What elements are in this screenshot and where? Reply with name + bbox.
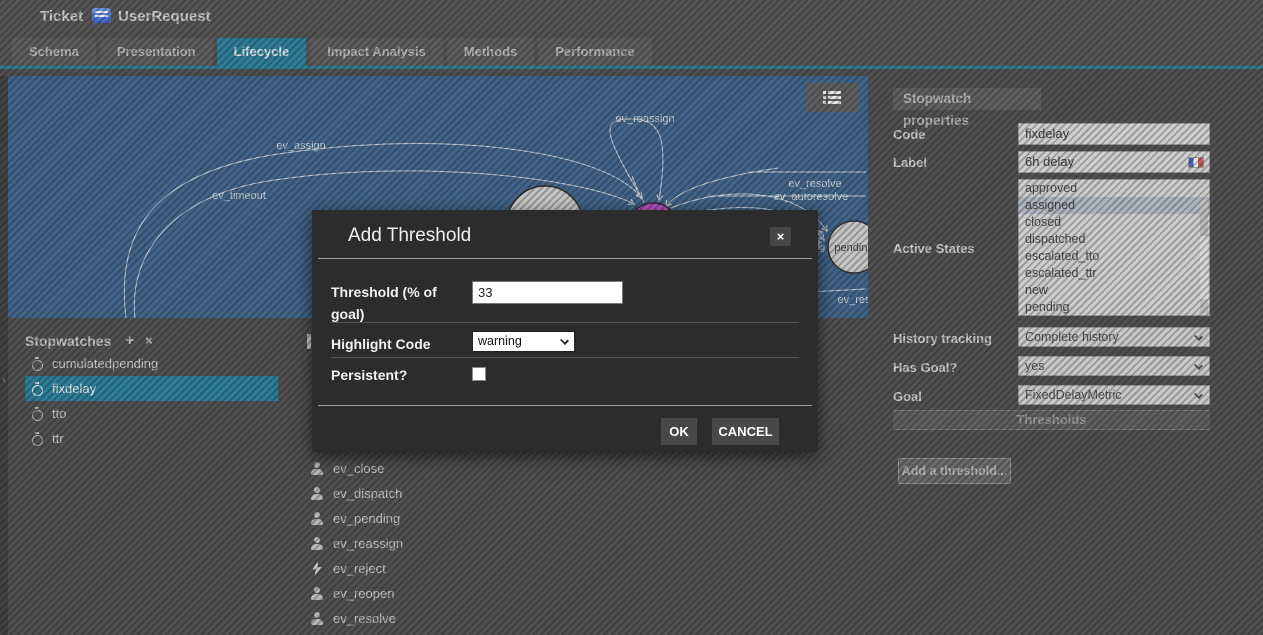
scrollbar-thumb[interactable] — [1200, 236, 1208, 299]
properties-panel-title: Stopwatch properties — [893, 88, 1041, 110]
tab-presentation[interactable]: Presentation — [100, 38, 213, 66]
user-icon — [310, 537, 324, 551]
add-threshold-dialog: Add Threshold × Threshold (% of goal) Hi… — [312, 210, 818, 452]
field-divider — [331, 357, 799, 358]
event-item[interactable]: ev_reassign — [306, 531, 566, 556]
object-name-label: UserRequest — [118, 0, 211, 33]
list-icon — [823, 91, 841, 105]
locale-flag-icon[interactable] — [1188, 157, 1204, 168]
edge-label-timeout: ev_timeout — [212, 190, 266, 202]
active-states-label: Active States — [893, 241, 975, 256]
stopwatches-list: cumulatedpending fixdelay tto ttr — [25, 351, 278, 451]
chevron-down-icon — [1194, 390, 1203, 399]
stopwatch-properties-panel: Stopwatch properties Code fixdelay Label… — [877, 76, 1263, 635]
add-stopwatch-icon[interactable]: + — [125, 333, 134, 348]
left-splitter[interactable] — [0, 76, 8, 635]
user-icon — [310, 587, 324, 601]
edge-label-autoresolve: ev_autoresolve — [774, 191, 849, 203]
active-state-option[interactable]: pending — [1019, 299, 1209, 316]
tab-schema[interactable]: Schema — [12, 38, 96, 66]
stopwatch-icon — [30, 407, 44, 421]
stopwatches-header: Stopwatches + × — [25, 332, 153, 349]
edge-label-resolve: ev_resolve — [788, 178, 841, 190]
stopwatch-item[interactable]: cumulatedpending — [25, 351, 278, 376]
event-item[interactable]: ev_reject — [306, 556, 566, 581]
history-tracking-label: History tracking — [893, 331, 992, 346]
ok-button[interactable]: OK — [661, 418, 697, 445]
persistent-label: Persistent? — [331, 365, 456, 387]
add-threshold-button[interactable]: Add a threshold... — [898, 458, 1011, 484]
close-icon[interactable]: × — [770, 227, 791, 246]
event-item[interactable]: ev_resolve — [306, 606, 566, 631]
cancel-button[interactable]: CANCEL — [712, 418, 779, 445]
chat-bubble-icon — [92, 8, 111, 23]
tab-lifecycle[interactable]: Lifecycle — [217, 38, 307, 66]
edge-label-res-clipped: ev_res — [837, 294, 868, 306]
code-input[interactable]: fixdelay — [1018, 123, 1210, 145]
stopwatch-icon — [30, 432, 44, 446]
dialog-divider — [318, 405, 812, 406]
dialog-title: Add Threshold — [348, 225, 471, 247]
goal-select[interactable]: FixedDelayMetric — [1018, 385, 1210, 405]
stopwatch-item[interactable]: tto — [25, 401, 278, 426]
user-icon — [310, 612, 324, 626]
stopwatches-title: Stopwatches — [25, 333, 111, 349]
active-state-option[interactable]: approved — [1019, 180, 1209, 197]
threshold-label: Threshold (% of goal) — [331, 282, 456, 325]
app-window: Ticket UserRequest Schema Presentation L… — [0, 0, 1263, 635]
tab-methods[interactable]: Methods — [447, 38, 534, 66]
tab-performance[interactable]: Performance — [538, 38, 651, 66]
label-input[interactable]: 6h delay — [1018, 151, 1210, 173]
code-label: Code — [893, 127, 926, 142]
collapse-chevron-icon[interactable] — [0, 372, 8, 388]
threshold-input[interactable] — [472, 281, 623, 304]
stopwatch-item-selected[interactable]: fixdelay — [25, 376, 278, 401]
lightning-icon — [310, 562, 324, 576]
active-tab-rule — [0, 66, 1263, 69]
stopwatch-item[interactable]: ttr — [25, 426, 278, 451]
edge-label-reassign: ev_reassign — [615, 113, 674, 125]
tab-bar: Schema Presentation Lifecycle Impact Ana… — [0, 33, 1263, 66]
node-label-pending: pending — [834, 242, 868, 254]
chevron-down-icon — [1194, 332, 1203, 341]
chevron-down-icon — [1194, 361, 1203, 370]
clipped-panel-text — [307, 334, 311, 349]
event-item[interactable]: ev_reopen — [306, 581, 566, 606]
event-item[interactable]: ev_dispatch — [306, 481, 566, 506]
user-icon — [310, 462, 324, 476]
label-label: Label — [893, 155, 927, 170]
title-bar: Ticket UserRequest — [0, 0, 1263, 33]
event-item[interactable]: ev_pending — [306, 506, 566, 531]
active-state-option[interactable]: escalated_tto — [1019, 248, 1209, 265]
events-list: ev_close ev_dispatch ev_pending ev_reass… — [306, 456, 566, 631]
thresholds-section-header[interactable]: Thresholds — [893, 410, 1210, 430]
history-tracking-select[interactable]: Complete history — [1018, 327, 1210, 347]
user-icon — [310, 512, 324, 526]
stopwatch-icon — [30, 382, 44, 396]
active-state-option[interactable]: closed — [1019, 214, 1209, 231]
persistent-checkbox[interactable] — [472, 367, 486, 381]
field-divider — [331, 322, 799, 323]
has-goal-label: Has Goal? — [893, 360, 957, 375]
edge-label-assign: ev_assign — [276, 140, 326, 152]
has-goal-select[interactable]: yes — [1018, 356, 1210, 376]
listbox-scrollbar[interactable] — [1200, 200, 1208, 313]
active-state-option[interactable]: escalated_ttr — [1019, 265, 1209, 282]
user-icon — [310, 487, 324, 501]
goal-label: Goal — [893, 389, 922, 404]
tab-impact-analysis[interactable]: Impact Analysis — [310, 38, 443, 66]
highlight-code-select[interactable]: warning — [472, 331, 575, 352]
highlight-code-label: Highlight Code — [331, 334, 456, 356]
entity-type-label: Ticket — [40, 0, 83, 33]
chevron-down-icon — [560, 336, 569, 345]
layout-list-button[interactable] — [806, 83, 858, 112]
stopwatch-icon — [30, 357, 44, 371]
delete-stopwatch-icon[interactable]: × — [145, 333, 153, 348]
active-state-option[interactable]: dispatched — [1019, 231, 1209, 248]
active-state-option-selected[interactable]: assigned — [1019, 197, 1209, 214]
dialog-divider — [318, 258, 812, 259]
active-state-option[interactable]: new — [1019, 282, 1209, 299]
event-item[interactable]: ev_close — [306, 456, 566, 481]
active-states-listbox[interactable]: approved assigned closed dispatched esca… — [1018, 179, 1210, 316]
